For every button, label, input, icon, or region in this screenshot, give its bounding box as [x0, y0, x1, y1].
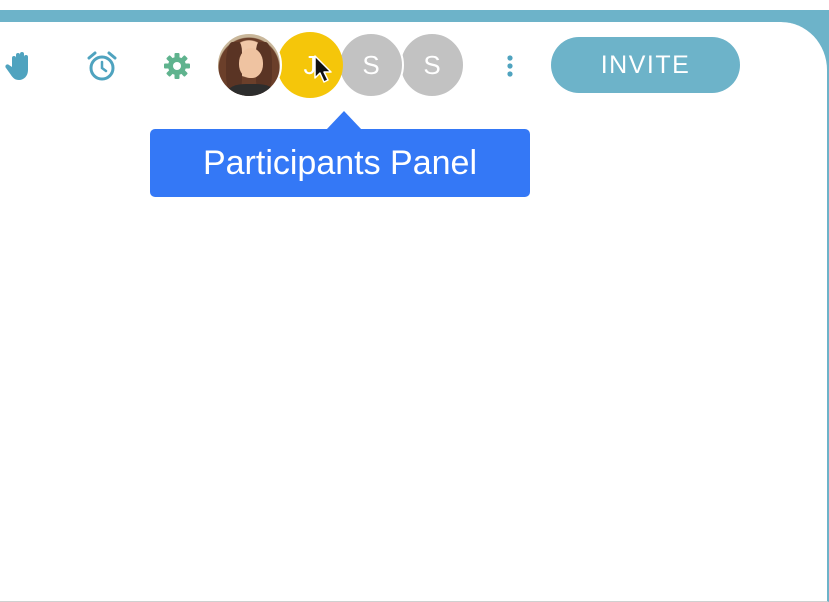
alarm-clock-icon[interactable]: [84, 48, 120, 84]
participant-avatar[interactable]: S: [338, 32, 404, 98]
mouse-cursor-icon: [313, 54, 335, 88]
app-frame: S S J INVITE Participants Panel: [0, 0, 829, 602]
participant-avatar-photo[interactable]: [216, 32, 282, 98]
participant-avatar[interactable]: S: [399, 32, 465, 98]
participant-initial: S: [423, 49, 441, 80]
main-panel: [0, 22, 829, 602]
kebab-menu-icon[interactable]: [492, 48, 528, 84]
participants-tooltip: Participants Panel: [150, 129, 530, 197]
participant-initial: S: [362, 49, 380, 80]
tooltip-arrow: [326, 111, 362, 130]
hand-icon[interactable]: [3, 48, 39, 84]
gear-icon[interactable]: [159, 48, 195, 84]
invite-button[interactable]: INVITE: [551, 37, 740, 93]
tooltip-text: Participants Panel: [202, 143, 478, 182]
top-toolbar: S S J INVITE: [0, 30, 829, 102]
